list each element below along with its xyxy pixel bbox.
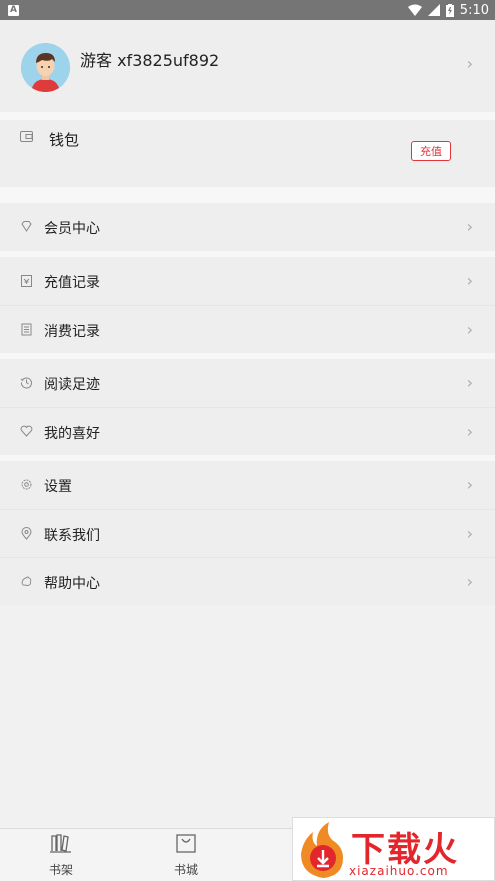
status-bar: A 5:10 <box>0 0 495 20</box>
bookshelf-icon <box>50 834 71 853</box>
nav-label: 书架 <box>48 863 73 877</box>
menu-item-contact[interactable]: 联系我们 › <box>0 509 495 557</box>
menu-label: 会员中心 <box>44 221 100 237</box>
history-icon <box>20 377 32 389</box>
chevron-right-icon: › <box>466 54 473 73</box>
receipt-icon <box>21 323 32 336</box>
avatar[interactable] <box>21 43 70 92</box>
shopping-bag-icon <box>176 834 196 853</box>
nav-bookstore[interactable]: 书城 <box>166 833 206 878</box>
divider <box>0 187 495 203</box>
chevron-right-icon: › <box>466 217 473 236</box>
menu-label: 我的喜好 <box>44 426 100 442</box>
menu-item-vip[interactable]: 会员中心 › <box>0 203 495 251</box>
chevron-right-icon: › <box>466 572 473 591</box>
menu-label: 阅读足迹 <box>44 377 100 393</box>
menu-label: 消费记录 <box>44 324 100 340</box>
menu-item-help[interactable]: 帮助中心 › <box>0 557 495 605</box>
username: 游客 xf3825uf892 <box>80 51 220 70</box>
menu-label: 联系我们 <box>44 528 100 544</box>
menu-item-consume-records[interactable]: 消费记录 › <box>0 305 495 353</box>
nav-label: 书城 <box>173 863 198 877</box>
nav-bookshelf[interactable]: 书架 <box>41 833 81 878</box>
heart-icon <box>20 425 33 437</box>
diamond-icon <box>21 221 32 232</box>
menu-item-settings[interactable]: 设置 › <box>0 461 495 509</box>
menu-label: 帮助中心 <box>44 576 100 592</box>
notification-icon: A <box>8 4 19 16</box>
menu-item-recharge-records[interactable]: 充值记录 › <box>0 257 495 305</box>
menu-label: 设置 <box>44 479 72 495</box>
wallet-label: 钱包 <box>49 131 80 149</box>
avatar-icon <box>21 43 70 92</box>
chevron-right-icon: › <box>466 475 473 494</box>
chevron-right-icon: › <box>466 320 473 339</box>
wifi-icon <box>407 4 422 16</box>
wallet-section[interactable]: 钱包 充值 <box>0 120 495 187</box>
location-pin-icon <box>21 527 32 540</box>
help-icon <box>21 576 32 586</box>
battery-icon <box>445 3 454 17</box>
chevron-right-icon: › <box>466 422 473 441</box>
chevron-right-icon: › <box>466 271 473 290</box>
recharge-record-icon <box>21 275 32 287</box>
divider <box>0 112 495 120</box>
status-icons: 5:10 <box>407 2 489 18</box>
watermark: 下载火 xiazaihuo.com <box>292 817 495 881</box>
profile-header[interactable]: 游客 xf3825uf892 › <box>0 20 495 112</box>
signal-icon <box>427 4 440 16</box>
menu-item-reading-history[interactable]: 阅读足迹 › <box>0 359 495 407</box>
chevron-right-icon: › <box>466 373 473 392</box>
gear-icon <box>21 479 32 490</box>
menu-label: 充值记录 <box>44 275 100 291</box>
chevron-right-icon: › <box>466 524 473 543</box>
menu-item-favorites[interactable]: 我的喜好 › <box>0 407 495 455</box>
wallet-icon <box>20 131 33 142</box>
recharge-button[interactable]: 充值 <box>411 141 451 161</box>
watermark-url: xiazaihuo.com <box>349 864 449 878</box>
clock: 5:10 <box>459 2 489 18</box>
flame-logo-icon <box>301 822 343 878</box>
